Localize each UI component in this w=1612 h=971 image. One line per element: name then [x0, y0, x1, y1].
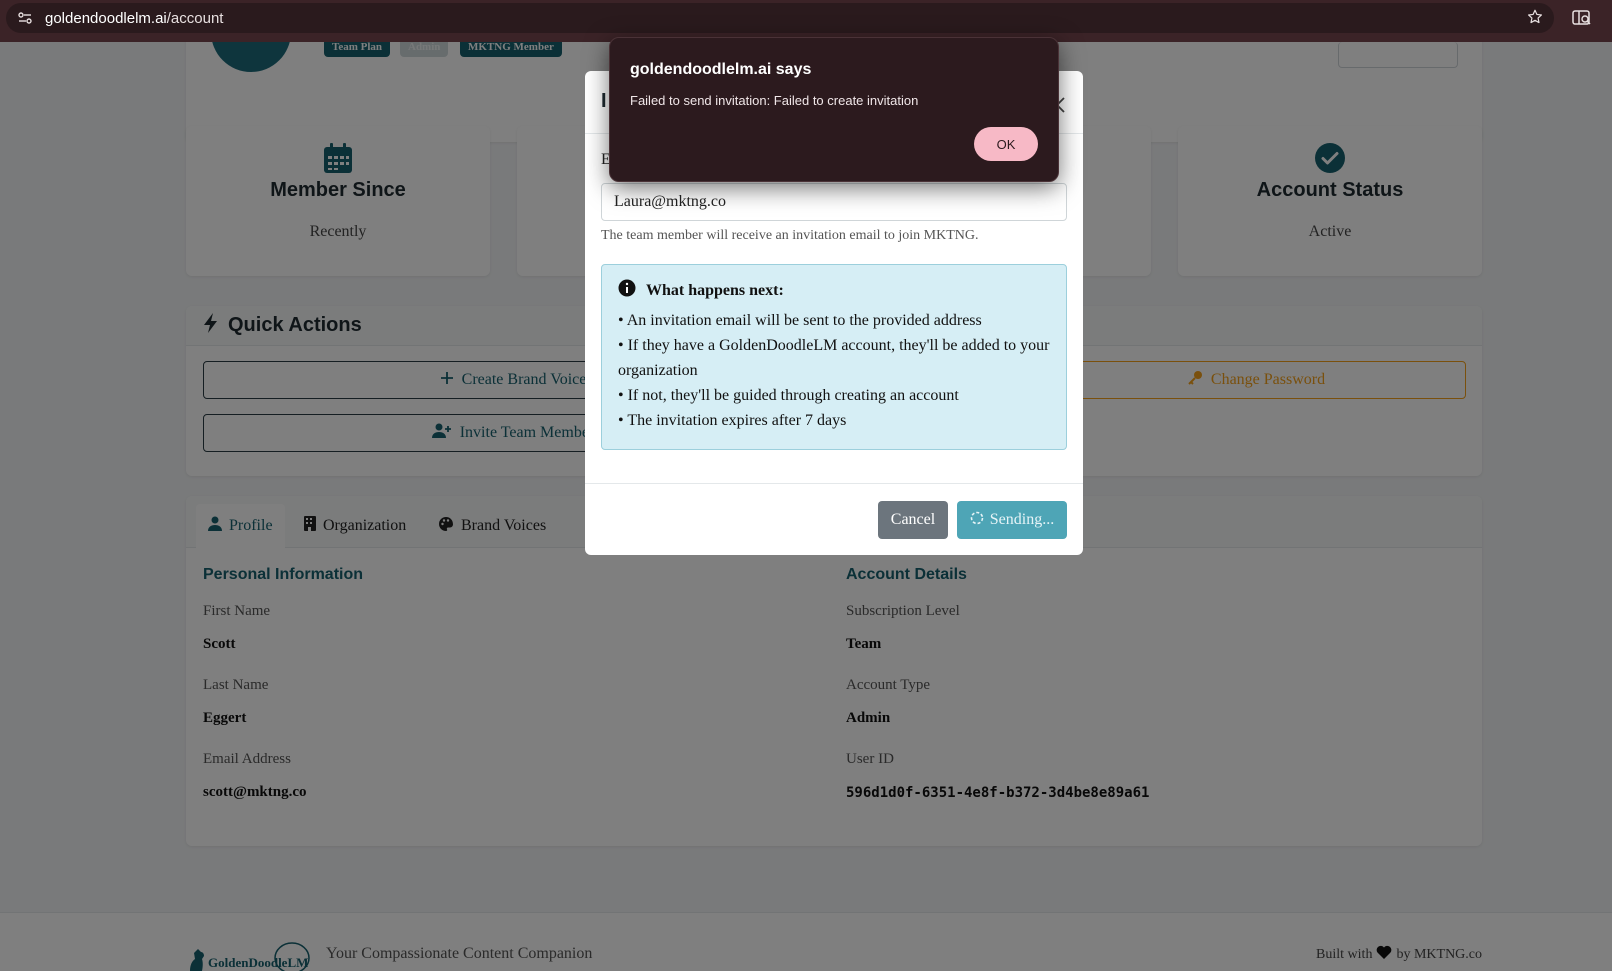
address-bar[interactable]: goldendoodlelm.ai/account [6, 3, 1554, 33]
email-field[interactable]: Laura@mktng.co [601, 183, 1067, 221]
star-icon[interactable] [1526, 8, 1544, 31]
spinner-icon [970, 511, 984, 530]
browser-alert-dialog: goldendoodlelm.ai says Failed to send in… [609, 37, 1059, 182]
alert-message: Failed to send invitation: Failed to cre… [630, 93, 919, 108]
tune-icon[interactable] [15, 8, 35, 28]
info-line: • If not, they'll be guided through crea… [618, 387, 959, 404]
info-header: What happens next: [618, 279, 1050, 302]
info-icon [618, 279, 636, 302]
divider [585, 483, 1083, 484]
alert-title: goldendoodlelm.ai says [630, 61, 812, 78]
button-label: Sending... [989, 511, 1055, 528]
browser-toolbar: goldendoodlelm.ai/account [0, 0, 1612, 42]
info-line: • The invitation expires after 7 days [618, 412, 847, 429]
modal-title: I [601, 90, 607, 112]
email-help-text: The team member will receive an invitati… [601, 228, 979, 243]
info-line: • If they have a GoldenDoodleLM account,… [618, 337, 1050, 379]
send-invitation-button[interactable]: Sending... [957, 501, 1067, 539]
ok-button[interactable]: OK [974, 127, 1038, 161]
side-search-icon[interactable] [1572, 9, 1592, 32]
info-title: What happens next: [646, 281, 784, 299]
url-path: /account [166, 9, 224, 27]
info-box: What happens next: • An invitation email… [601, 264, 1067, 450]
email-field-value: Laura@mktng.co [614, 193, 727, 210]
url-domain: goldendoodlelm.ai [45, 9, 167, 27]
cancel-button[interactable]: Cancel [878, 501, 948, 539]
info-line: • An invitation email will be sent to th… [618, 312, 982, 329]
url-text[interactable]: goldendoodlelm.ai/account [45, 10, 223, 27]
